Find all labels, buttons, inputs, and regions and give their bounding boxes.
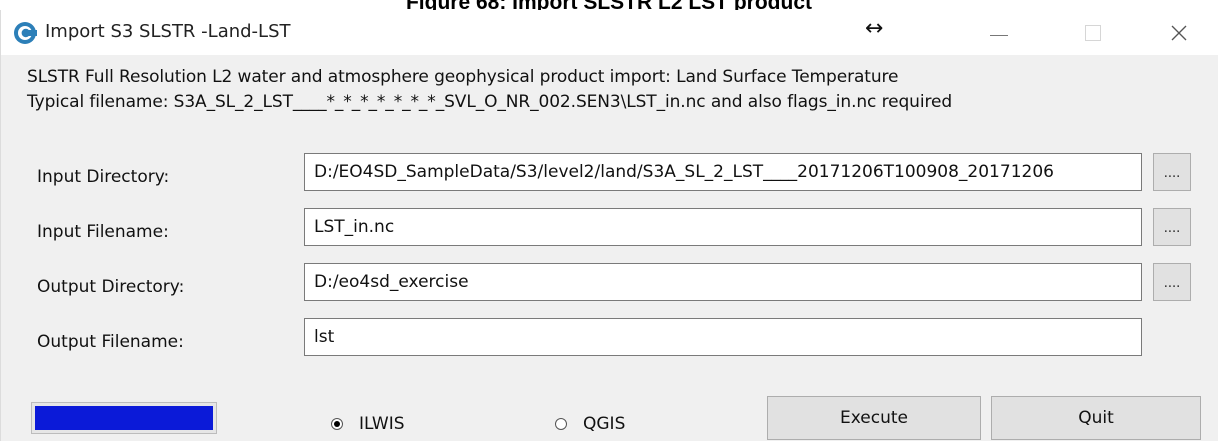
- radio-ilwis-label: ILWIS: [359, 414, 405, 434]
- input-filename-label: Input Filename:: [37, 222, 169, 242]
- radio-qgis[interactable]: QGIS: [555, 414, 625, 434]
- resize-cursor-icon: ↔: [865, 16, 884, 41]
- radio-qgis-label: QGIS: [583, 414, 626, 434]
- output-directory-field[interactable]: D:/eo4sd_exercise: [304, 263, 1142, 301]
- progress-bar: [31, 402, 217, 434]
- output-filename-label: Output Filename:: [37, 332, 184, 352]
- maximize-button[interactable]: [1063, 10, 1123, 55]
- browse-input-directory-button[interactable]: ....: [1153, 153, 1191, 191]
- globe-app-icon: [14, 22, 37, 44]
- title-bar[interactable]: Import S3 SLSTR -Land-LST ↔: [1, 10, 1218, 55]
- close-button[interactable]: [1149, 10, 1209, 55]
- input-directory-field[interactable]: D:/EO4SD_SampleData/S3/level2/land/S3A_S…: [304, 153, 1142, 191]
- radio-ilwis[interactable]: ILWIS: [331, 414, 405, 434]
- progress-bar-fill: [35, 406, 213, 430]
- close-icon: [1171, 25, 1187, 40]
- input-filename-field[interactable]: LST_in.nc: [304, 208, 1142, 246]
- maximize-icon: [1085, 24, 1101, 41]
- browse-output-directory-button[interactable]: ....: [1153, 263, 1191, 301]
- minimize-button[interactable]: [969, 10, 1029, 55]
- description-line-2: Typical filename: S3A_SL_2_LST____*_*_*_…: [27, 92, 953, 112]
- import-dialog: Import S3 SLSTR -Land-LST ↔ SLSTR Full R…: [0, 10, 1218, 441]
- radio-qgis-indicator[interactable]: [555, 418, 567, 430]
- browse-input-filename-button[interactable]: ....: [1153, 208, 1191, 246]
- radio-ilwis-indicator[interactable]: [331, 418, 343, 430]
- input-directory-label: Input Directory:: [37, 167, 170, 187]
- quit-button[interactable]: Quit: [991, 396, 1201, 440]
- execute-button[interactable]: Execute: [767, 396, 981, 440]
- minimize-icon: [990, 35, 1008, 36]
- window-title: Import S3 SLSTR -Land-LST: [45, 21, 291, 42]
- description-line-1: SLSTR Full Resolution L2 water and atmos…: [27, 67, 899, 87]
- output-filename-field[interactable]: lst: [304, 318, 1142, 356]
- output-directory-label: Output Directory:: [37, 277, 185, 297]
